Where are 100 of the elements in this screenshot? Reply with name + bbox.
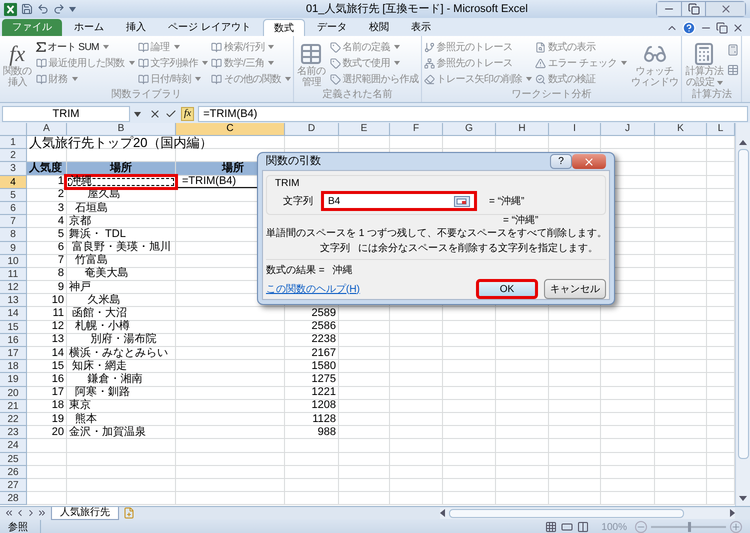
zoom-slider-thumb[interactable]	[688, 522, 690, 532]
row-header[interactable]: 22	[0, 412, 27, 426]
row-header[interactable]: 13	[0, 294, 27, 308]
enter-icon[interactable]	[165, 108, 177, 120]
row-header[interactable]: 1	[0, 136, 27, 150]
save-icon[interactable]	[21, 3, 33, 15]
page-layout-icon[interactable]	[561, 521, 574, 533]
help-link[interactable]: この関数のヘルプ(H)	[266, 282, 470, 296]
column-header[interactable]: E	[339, 123, 390, 136]
row-header[interactable]: 21	[0, 400, 27, 413]
column-header[interactable]: F	[390, 123, 443, 136]
ribbon-tab[interactable]: 数式	[262, 19, 305, 36]
row-header[interactable]: 7	[0, 215, 27, 228]
scroll-right-icon[interactable]	[730, 509, 735, 517]
column-header[interactable]: H	[496, 123, 549, 136]
grid-cell	[655, 228, 707, 242]
close-icon[interactable]	[732, 22, 744, 34]
grid-cell	[601, 360, 655, 374]
grid-cell	[339, 347, 390, 360]
row-header[interactable]: 8	[0, 228, 27, 242]
scrollbar-thumb[interactable]	[738, 149, 748, 459]
scroll-up-icon[interactable]	[739, 139, 747, 145]
formula-field[interactable]: =TRIM(B4)	[198, 106, 748, 122]
column-header[interactable]: C	[176, 123, 285, 136]
first-sheet-icon[interactable]	[4, 508, 14, 518]
redo-icon[interactable]	[53, 3, 65, 15]
grid-cell	[549, 373, 601, 387]
row-header[interactable]: 17	[0, 347, 27, 360]
row-header[interactable]: 19	[0, 373, 27, 387]
close-button[interactable]	[572, 154, 606, 169]
sigma-icon	[36, 42, 46, 52]
scroll-left-icon[interactable]	[440, 509, 445, 517]
table-cell: 5	[27, 228, 67, 242]
row-header[interactable]: 10	[0, 254, 27, 268]
row-header[interactable]: 12	[0, 281, 27, 294]
ribbon-tab[interactable]: ホーム	[64, 19, 114, 36]
minimize-button[interactable]	[657, 2, 681, 16]
grid-cell	[549, 136, 601, 150]
column-header[interactable]: A	[27, 123, 67, 136]
row-header[interactable]: 9	[0, 242, 27, 255]
grid-cell	[655, 466, 707, 479]
grid-cell	[496, 400, 549, 413]
last-sheet-icon[interactable]	[37, 508, 47, 518]
collapse-dialog-icon[interactable]	[454, 196, 470, 206]
cancel-icon[interactable]	[149, 108, 161, 120]
row-header[interactable]: 14	[0, 307, 27, 321]
maximize-button[interactable]	[681, 2, 705, 16]
row-header[interactable]: 28	[0, 492, 27, 506]
restore-icon[interactable]	[716, 22, 728, 34]
name-box[interactable]: TRIM	[2, 106, 130, 122]
ribbon-tab[interactable]: 挿入	[116, 19, 156, 36]
grid-cell	[390, 412, 443, 426]
argument-field[interactable]: B4	[321, 191, 477, 211]
grid-cell	[339, 307, 390, 321]
row-header[interactable]: 4	[0, 176, 27, 189]
caret-icon[interactable]	[134, 112, 141, 116]
row-header[interactable]: 18	[0, 360, 27, 374]
help-button[interactable]: ?	[550, 154, 572, 169]
row-header[interactable]: 26	[0, 466, 27, 479]
row-header[interactable]: 5	[0, 188, 27, 202]
scrollbar-thumb[interactable]	[449, 508, 684, 518]
horizontal-scrollbar[interactable]	[440, 508, 735, 518]
table-cell: 1128	[285, 412, 339, 426]
row-header[interactable]: 3	[0, 162, 27, 176]
ribbon-tab[interactable]: 校閲	[358, 19, 399, 36]
row-header[interactable]: 25	[0, 452, 27, 466]
grid-cell	[339, 334, 390, 347]
vertical-scrollbar[interactable]	[735, 123, 750, 506]
column-header[interactable]: D	[285, 123, 339, 136]
column-header[interactable]: I	[549, 123, 601, 136]
column-header[interactable]: G	[443, 123, 496, 136]
row-header[interactable]: 6	[0, 202, 27, 216]
column-header[interactable]: K	[655, 123, 707, 136]
scroll-down-icon[interactable]	[739, 496, 747, 502]
row-header[interactable]: 24	[0, 439, 27, 452]
column-header[interactable]: B	[67, 123, 176, 136]
close-button[interactable]	[705, 2, 745, 16]
undo-icon[interactable]	[37, 3, 49, 15]
row-header[interactable]: 20	[0, 386, 27, 400]
column-header[interactable]: J	[601, 123, 655, 136]
sheet-tab[interactable]: 人気旅行先	[51, 506, 119, 520]
ribbon-tab[interactable]: 表示	[400, 19, 441, 36]
normal-view-icon[interactable]	[545, 521, 558, 533]
grid-cell	[339, 412, 390, 426]
help-icon[interactable]	[682, 20, 696, 34]
ribbon-tab[interactable]: ファイル	[2, 19, 62, 36]
insert-function-button[interactable]: fx	[181, 107, 194, 121]
row-header[interactable]: 27	[0, 478, 27, 492]
row-header[interactable]: 15	[0, 320, 27, 334]
grid-cell	[443, 347, 496, 360]
ribbon-tab[interactable]: データ	[306, 19, 357, 36]
ok-button[interactable]: OK	[476, 279, 538, 299]
row-header[interactable]: 11	[0, 268, 27, 282]
ribbon-tab[interactable]: ページ レイアウト	[158, 19, 261, 36]
page-break-icon[interactable]	[577, 521, 590, 533]
caret-icon[interactable]	[69, 6, 76, 12]
cancel-button[interactable]: キャンセル	[544, 279, 606, 299]
row-header[interactable]: 16	[0, 334, 27, 347]
row-header[interactable]: 23	[0, 426, 27, 440]
row-header[interactable]: 2	[0, 149, 27, 162]
